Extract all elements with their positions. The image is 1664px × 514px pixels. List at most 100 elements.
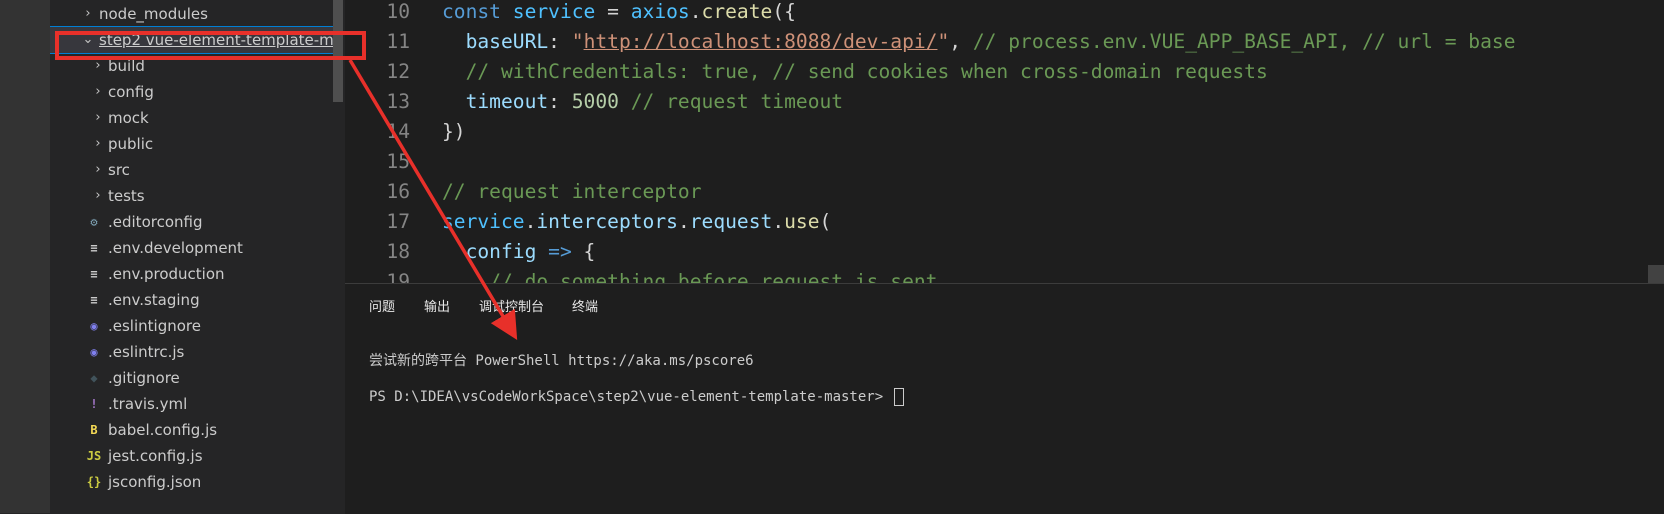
- eslint-icon: ◉: [90, 345, 98, 359]
- code-text: const service = axios.create({: [442, 0, 796, 23]
- terminal-prompt-line[interactable]: PS D:\IDEA\vsCodeWorkSpace\step2\vue-ele…: [369, 388, 904, 406]
- eslint-icon: ◉: [90, 319, 98, 333]
- code-editor[interactable]: 10 const service = axios.create({ 11 baseU…: [345, 0, 1664, 283]
- tree-file-item[interactable]: {} jsconfig.json: [50, 469, 335, 495]
- chevron-right-icon: ›: [95, 84, 101, 99]
- code-line: 13 timeout: 5000 // request timeout: [345, 87, 1664, 117]
- tree-file-item[interactable]: Bbabel.config.js: [50, 417, 335, 443]
- explorer-sidebar: › node_modules ⌄ step2 vue-element-template…: [50, 0, 345, 513]
- exclamation-icon: !: [90, 397, 98, 411]
- tree-item-label: node_modules: [99, 5, 208, 23]
- json-icon: {}: [86, 475, 102, 489]
- tree-item-label: .env.development: [108, 239, 243, 257]
- line-number: 12: [386, 60, 410, 83]
- tree-folder-item[interactable]: › config: [50, 79, 335, 105]
- tree-file-item[interactable]: ! .travis.yml: [50, 391, 335, 417]
- tree-folder-item[interactable]: › build: [50, 53, 335, 79]
- chevron-right-icon: ›: [95, 162, 101, 177]
- chevron-right-icon: ›: [95, 188, 101, 203]
- activity-bar: [0, 0, 50, 513]
- chevron-right-icon: ›: [95, 136, 101, 151]
- tree-folder-item[interactable]: › mock: [50, 105, 335, 131]
- line-number: 15: [386, 150, 410, 173]
- tree-file-item[interactable]: ≡ .env.staging: [50, 287, 335, 313]
- tree-item-label: jsconfig.json: [108, 473, 202, 491]
- code-line: 16 // request interceptor: [345, 177, 1664, 207]
- gear-icon: ⚙: [90, 215, 98, 229]
- tab-problems[interactable]: 问题: [369, 298, 395, 318]
- tree-item-label: .travis.yml: [108, 395, 188, 413]
- tab-output[interactable]: 输出: [424, 298, 450, 318]
- tree-item-label: babel.config.js: [108, 421, 218, 439]
- tree-item-label: step2 vue-element-template-mas...: [99, 27, 335, 53]
- lines-icon: ≡: [90, 293, 98, 307]
- tree-item-label: mock: [108, 109, 149, 127]
- folder-name: step2: [99, 31, 141, 49]
- tree-item-label: tests: [108, 187, 145, 205]
- code-line: 11 baseURL: "http://localhost:8088/dev-a…: [345, 27, 1664, 57]
- terminal-message: 尝试新的跨平台 PowerShell https://aka.ms/pscore…: [369, 353, 754, 369]
- tree-item-label: .gitignore: [108, 369, 180, 387]
- bottom-panel: 问题 输出 调试控制台 终端 尝试新的跨平台 PowerShell https:…: [345, 283, 1664, 514]
- tree-item-label: src: [108, 161, 130, 179]
- code-line: 18 config => {: [345, 237, 1664, 267]
- code-line: 19 // do something before request is sen…: [345, 267, 1664, 283]
- line-number: 18: [386, 240, 410, 263]
- tree-item-label: .editorconfig: [108, 213, 203, 231]
- chevron-right-icon: ›: [95, 110, 101, 125]
- terminal-cursor: [893, 388, 904, 406]
- line-number: 14: [386, 120, 410, 143]
- code-text: service.interceptors.request.use(: [442, 210, 832, 233]
- chevron-down-icon: ⌄: [82, 32, 94, 47]
- code-line: 10 const service = axios.create({: [345, 0, 1664, 27]
- code-text: // request interceptor: [442, 180, 702, 203]
- git-icon: ◆: [90, 371, 98, 385]
- tree-item-label: .env.staging: [108, 291, 200, 309]
- tree-item-label: build: [108, 57, 145, 75]
- code-text: // withCredentials: true, // send cookie…: [465, 60, 1268, 83]
- babel-icon: B: [90, 423, 98, 437]
- tree-item-label: .env.production: [108, 265, 225, 283]
- js-icon: JS: [86, 449, 102, 463]
- line-number: 17: [386, 210, 410, 233]
- code-line: 15: [345, 147, 1664, 177]
- tree-file-item[interactable]: ◆ .gitignore: [50, 365, 335, 391]
- tree-folder-item[interactable]: › tests: [50, 183, 335, 209]
- lines-icon: ≡: [90, 241, 98, 255]
- tree-folder-item[interactable]: › node_modules: [50, 1, 335, 27]
- tree-file-item[interactable]: ⚙ .editorconfig: [50, 209, 335, 235]
- sidebar-scrollbar[interactable]: [333, 0, 343, 102]
- tree-file-item[interactable]: ◉ .eslintignore: [50, 313, 335, 339]
- chevron-right-icon: ›: [85, 6, 91, 21]
- tree-item-label: config: [108, 83, 154, 101]
- code-text: // do something before request is sent: [489, 270, 938, 283]
- line-number: 11: [386, 30, 410, 53]
- chevron-right-icon: ›: [95, 58, 101, 73]
- line-number: 10: [386, 0, 410, 23]
- code-text: config => {: [465, 240, 596, 263]
- line-number: 13: [386, 90, 410, 113]
- tree-file-item[interactable]: ≡ .env.production: [50, 261, 335, 287]
- tree-item-label: public: [108, 135, 154, 153]
- tree-file-item[interactable]: JS jest.config.js: [50, 443, 335, 469]
- tree-item-label: jest.config.js: [108, 447, 203, 465]
- lines-icon: ≡: [90, 267, 98, 281]
- folder-path: vue-element-template-mas...: [145, 31, 335, 49]
- tree-item-label: .eslintignore: [108, 317, 201, 335]
- code-line: 12 // withCredentials: true, // send coo…: [345, 57, 1664, 87]
- terminal-prompt: PS D:\IDEA\vsCodeWorkSpace\step2\vue-ele…: [369, 389, 884, 405]
- editor-scrollbar[interactable]: [1648, 265, 1664, 283]
- code-text: }): [442, 120, 466, 143]
- tree-file-item[interactable]: ◉ .eslintrc.js: [50, 339, 335, 365]
- tree-folder-item[interactable]: ⌄ step2 vue-element-template-mas...: [50, 26, 336, 54]
- tree-file-item[interactable]: ≡ .env.development: [50, 235, 335, 261]
- code-line: 17 service.interceptors.request.use(: [345, 207, 1664, 237]
- tree-folder-item[interactable]: › public: [50, 131, 335, 157]
- line-number: 19: [386, 270, 410, 283]
- line-number: 16: [386, 180, 410, 203]
- tab-debug-console[interactable]: 调试控制台: [479, 298, 544, 318]
- tree-item-label: .eslintrc.js: [108, 343, 185, 361]
- tree-folder-item[interactable]: › src: [50, 157, 335, 183]
- code-text: baseURL: "http://localhost:8088/dev-api/…: [465, 30, 1516, 53]
- tab-terminal[interactable]: 终端: [572, 298, 598, 318]
